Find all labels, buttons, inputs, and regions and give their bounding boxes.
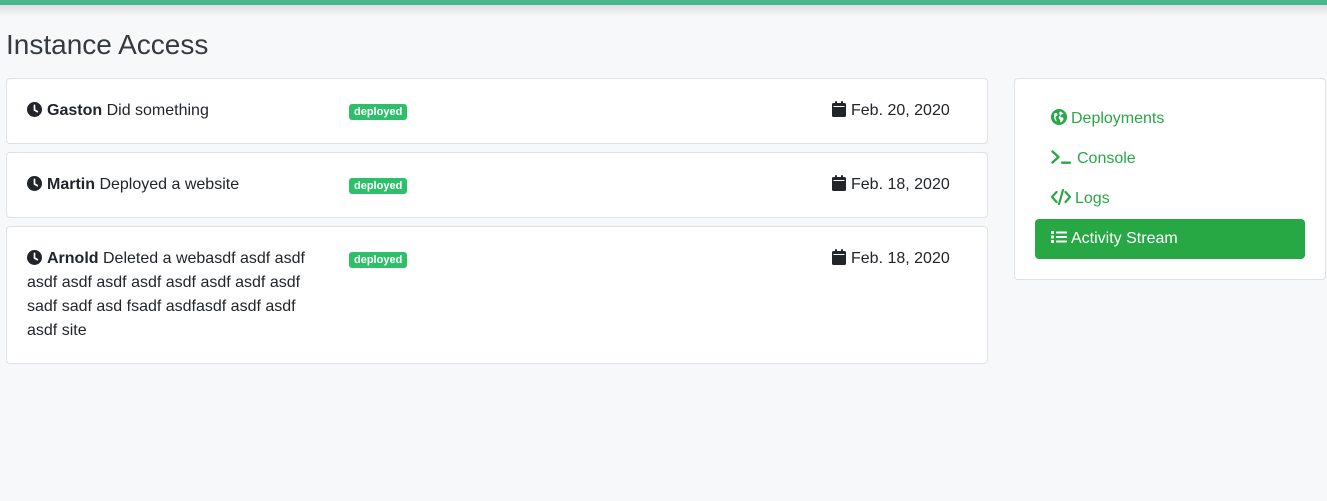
activity-action: Deployed a website	[99, 176, 240, 193]
status-badge: deployed	[349, 178, 408, 194]
activity-date-text: Feb. 18, 2020	[851, 250, 950, 267]
activity-date: Feb. 18, 2020	[832, 247, 950, 271]
activity-user: Arnold	[47, 250, 99, 267]
sidebar-item-logs[interactable]: Logs	[1035, 179, 1305, 219]
activity-date-text: Feb. 18, 2020	[851, 176, 950, 193]
activity-card: Arnold Deleted a webasdf asdf asdf asdf …	[6, 226, 988, 364]
clock-icon	[27, 102, 42, 117]
activity-text: Gaston Did something	[27, 99, 317, 123]
activity-date: Feb. 20, 2020	[832, 99, 950, 123]
sidebar-item-deployments[interactable]: Deployments	[1035, 99, 1305, 139]
calendar-icon	[832, 101, 846, 117]
activity-user: Gaston	[47, 102, 103, 119]
globe-icon	[1051, 109, 1067, 125]
sidebar-item-activity-stream[interactable]: Activity Stream	[1035, 219, 1305, 259]
calendar-icon	[832, 249, 846, 265]
activity-user: Martin	[47, 176, 95, 193]
status-badge: deployed	[349, 252, 408, 268]
activity-date: Feb. 18, 2020	[832, 173, 950, 197]
activity-text: Martin Deployed a website	[27, 173, 317, 197]
activity-action: Did something	[106, 102, 209, 119]
clock-icon	[27, 250, 42, 265]
sidebar-item-label: Logs	[1075, 190, 1110, 207]
activity-date-text: Feb. 20, 2020	[851, 102, 950, 119]
activity-card: Martin Deployed a website deployed Feb. …	[6, 152, 988, 218]
clock-icon	[27, 176, 42, 191]
status-badge: deployed	[349, 104, 408, 120]
sidebar-item-console[interactable]: Console	[1035, 139, 1305, 179]
activity-text: Arnold Deleted a webasdf asdf asdf asdf …	[27, 247, 317, 343]
terminal-icon	[1051, 150, 1071, 164]
top-bar-shadow	[0, 5, 1327, 17]
activity-card: Gaston Did something deployed Feb. 20, 2…	[6, 78, 988, 144]
sidebar-item-label: Deployments	[1071, 110, 1165, 127]
code-icon	[1051, 189, 1071, 205]
page-title: Instance Access	[6, 29, 209, 60]
sidebar-nav: Deployments Console Logs Activity Stream	[1014, 78, 1326, 280]
sidebar-item-label: Console	[1077, 150, 1136, 167]
list-icon	[1051, 231, 1067, 243]
sidebar-item-label: Activity Stream	[1071, 230, 1178, 247]
calendar-icon	[832, 175, 846, 191]
